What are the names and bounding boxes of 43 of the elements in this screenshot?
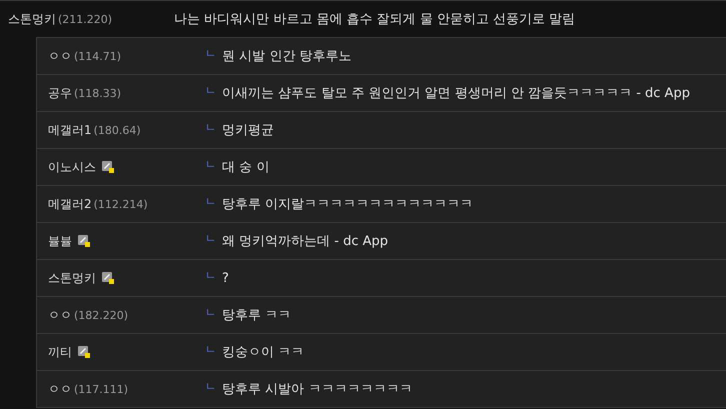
- reply-text: 대 숭 이: [222, 159, 270, 176]
- reply-marker: ㄴ: [205, 230, 216, 246]
- reply-text: 왜 멍키억까하는데 - dc App: [222, 233, 388, 250]
- ip-address: (180.64): [94, 124, 141, 136]
- commenter-name: 이노시스: [48, 158, 96, 176]
- commenter-name: 메갤러2: [48, 196, 92, 212]
- commenter-name: 스톤멍키: [48, 270, 96, 286]
- commenter-name: 메갤러1: [48, 122, 92, 138]
- reply-marker: ㄴ: [205, 194, 216, 208]
- reply-text: 킹숭ㅇ이 ㅋㅋ: [222, 344, 304, 361]
- reply-text: 이새끼는 샴푸도 탈모 주 원인인거 알면 평생머리 안 깜을듯ㅋㅋㅋㅋㅋ - dc App: [222, 85, 690, 102]
- reply-marker: ㄴ: [205, 46, 216, 60]
- ip-address: (182.220): [74, 308, 128, 322]
- reply-marker: ㄴ: [205, 82, 216, 98]
- ip-address: (118.33): [74, 86, 122, 100]
- reply-text: 뭔 시발 인간 탕후루노: [222, 48, 352, 65]
- comment-text: 나는 바디워시만 바르고 몸에 흡수 잘되게 물 안묻히고 선풍기로 말림: [174, 11, 576, 28]
- ip-address: (112.214): [94, 198, 148, 210]
- commenter-name: 뷸뷸: [48, 232, 72, 250]
- commenter-name: 스톤멍키: [8, 10, 56, 28]
- reply-marker: ㄴ: [205, 268, 216, 282]
- reply-text: 탕후루 시발아 ㅋㅋㅋㅋㅋㅋㅋㅋ: [222, 381, 412, 398]
- commenter-name: ㅇㅇ: [48, 48, 72, 64]
- commenter-name: ㅇㅇ: [48, 306, 72, 324]
- reply-marker: ㄴ: [205, 304, 216, 320]
- member-badge-icon: [78, 235, 90, 247]
- reply-marker: ㄴ: [205, 120, 216, 134]
- commenter-name: 공우: [48, 84, 72, 102]
- member-badge-icon: [78, 346, 90, 358]
- member-badge-icon: [102, 161, 114, 173]
- ip-address: (117.111): [74, 382, 128, 396]
- reply-text: 탕후루 이지랄ㅋㅋㅋㅋㅋㅋㅋㅋㅋㅋㅋㅋㅋ: [222, 196, 474, 213]
- ip-address: (211.220): [58, 12, 112, 26]
- member-badge-icon: [102, 272, 114, 284]
- reply-text: 멍키평균: [222, 122, 274, 139]
- reply-marker: ㄴ: [205, 342, 216, 356]
- commenter-name: ㅇㅇ: [48, 380, 72, 398]
- reply-text: 탕후루 ㅋㅋ: [222, 307, 292, 324]
- commenter-name: 끼티: [48, 344, 72, 360]
- reply-text: ?: [222, 270, 229, 286]
- reply-marker: ㄴ: [205, 156, 216, 172]
- reply-marker: ㄴ: [205, 378, 216, 394]
- ip-address: (114.71): [74, 50, 122, 62]
